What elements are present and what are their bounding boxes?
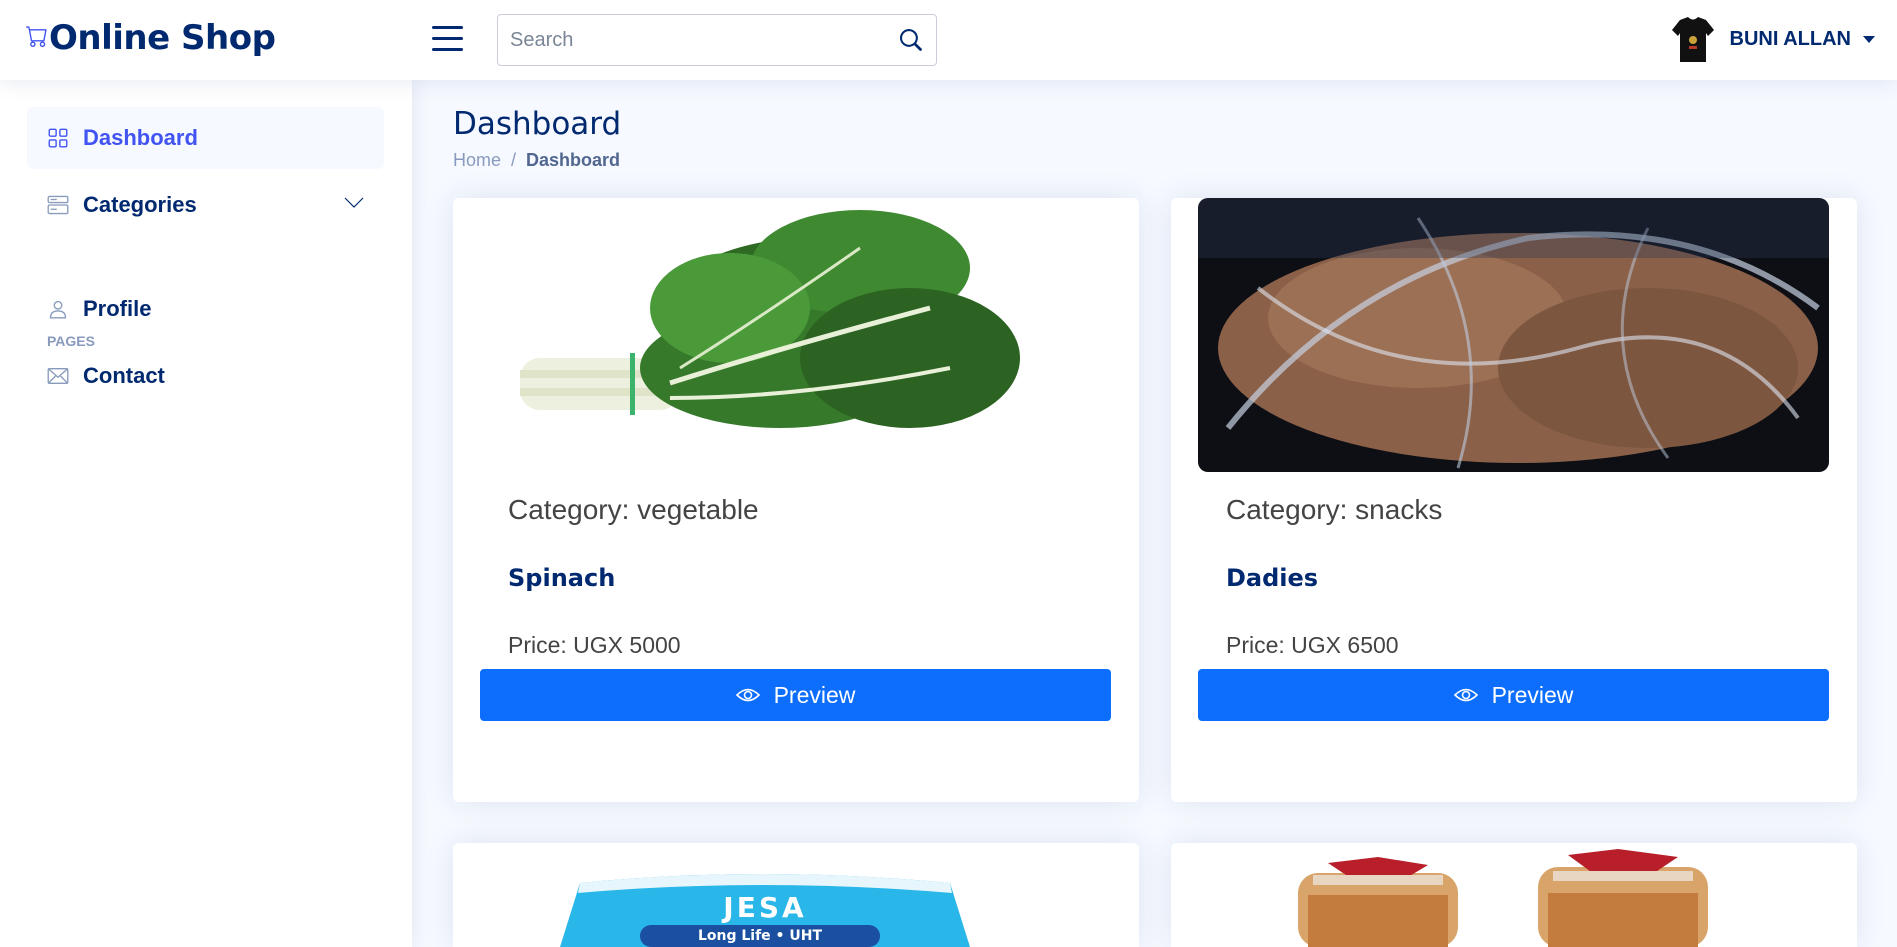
preview-button-label: Preview bbox=[773, 681, 856, 708]
logo[interactable]: Online Shop bbox=[26, 18, 276, 58]
eye-icon bbox=[735, 686, 760, 704]
product-card-body bbox=[1198, 843, 1829, 947]
search-button[interactable] bbox=[886, 15, 936, 65]
product-image[interactable] bbox=[480, 198, 1111, 472]
page-title-block: Dashboard bbox=[453, 106, 621, 142]
product-card: JESA Long Life • UHT bbox=[453, 843, 1139, 947]
sidebar-item-dashboard[interactable]: Dashboard bbox=[27, 107, 384, 169]
search-input[interactable] bbox=[498, 15, 886, 65]
product-card-body: JESA Long Life • UHT bbox=[480, 843, 1111, 947]
grid-icon bbox=[47, 127, 69, 149]
product-category: Category: vegetable bbox=[508, 494, 759, 525]
product-price: Price: UGX 5000 bbox=[508, 632, 681, 658]
product-card-body: Category: vegetable Spinach Price: UGX 5… bbox=[480, 198, 1111, 721]
sidebar-item-profile[interactable]: Profile bbox=[27, 278, 384, 340]
search-icon bbox=[900, 29, 922, 51]
person-icon bbox=[47, 298, 69, 320]
breadcrumb: Home / Dashboard bbox=[453, 150, 620, 171]
sidebar-item-contact[interactable]: Contact bbox=[27, 345, 384, 407]
product-category: Category: snacks bbox=[1226, 494, 1443, 525]
sidebar-item-label: Contact bbox=[83, 363, 165, 388]
top-header: Online Shop BUNI ALLAN bbox=[0, 0, 1897, 80]
product-card bbox=[1171, 843, 1857, 947]
user-profile-dropdown[interactable]: BUNI ALLAN bbox=[1670, 14, 1875, 64]
product-name: Dadies bbox=[1226, 564, 1319, 592]
sidebar-toggle-button[interactable] bbox=[432, 26, 463, 52]
user-name: BUNI ALLAN bbox=[1729, 27, 1851, 50]
product-card: Category: snacks Dadies Price: UGX 6500 … bbox=[1171, 198, 1857, 802]
brand-name: Online Shop bbox=[49, 18, 276, 58]
cart-icon bbox=[26, 25, 48, 51]
page-title: Dashboard bbox=[453, 106, 622, 142]
avatar bbox=[1671, 17, 1714, 62]
preview-button[interactable]: Preview bbox=[1198, 669, 1829, 721]
product-image[interactable] bbox=[1198, 843, 1829, 947]
sidebar: Dashboard Categories PAGES Profile Conta… bbox=[0, 80, 412, 947]
product-name: Spinach bbox=[508, 564, 616, 592]
preview-button[interactable]: Preview bbox=[480, 669, 1111, 721]
sidebar-item-label: Dashboard bbox=[83, 125, 198, 150]
breadcrumb-home-link[interactable]: Home bbox=[453, 150, 501, 171]
eye-icon bbox=[1453, 686, 1478, 704]
envelope-icon bbox=[47, 365, 69, 387]
chevron-down-icon bbox=[344, 196, 364, 214]
preview-button-label: Preview bbox=[1491, 681, 1574, 708]
breadcrumb-separator: / bbox=[511, 150, 517, 170]
sidebar-item-label: Profile bbox=[83, 296, 152, 321]
product-card-body: Category: snacks Dadies Price: UGX 6500 … bbox=[1198, 198, 1829, 721]
product-price: Price: UGX 6500 bbox=[1226, 632, 1399, 658]
product-image-text: JESA bbox=[723, 891, 807, 924]
chevron-down-icon bbox=[1863, 35, 1875, 43]
product-image[interactable] bbox=[1198, 198, 1829, 472]
layout-icon bbox=[47, 194, 69, 216]
product-image-text: Long Life • UHT bbox=[697, 928, 823, 944]
breadcrumb-current: Dashboard bbox=[526, 150, 621, 170]
product-card: Category: vegetable Spinach Price: UGX 5… bbox=[453, 198, 1139, 802]
search-form bbox=[497, 14, 937, 66]
sidebar-item-categories[interactable]: Categories bbox=[27, 174, 384, 236]
sidebar-item-label: Categories bbox=[83, 192, 197, 217]
